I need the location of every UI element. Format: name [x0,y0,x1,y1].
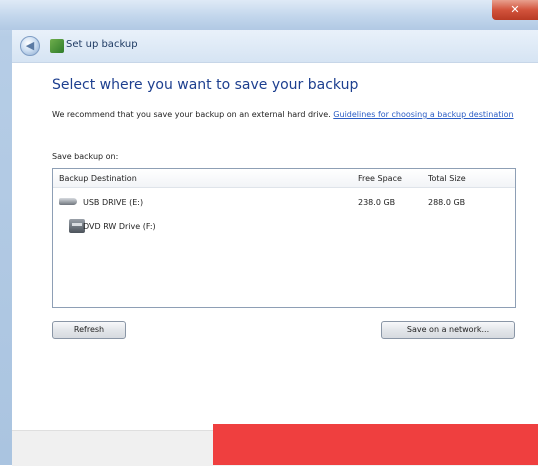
recommendation-sentence: We recommend that you save your backup o… [52,110,331,119]
guidelines-link[interactable]: Guidelines for choosing a backup destina… [333,110,513,119]
save-on-network-button[interactable]: Save on a network... [381,321,515,339]
list-row-usb-drive[interactable]: USB DRIVE (E:) 238.0 GB 288.0 GB [53,191,515,213]
drive-name: DVD RW Drive (F:) [83,222,156,231]
usb-drive-icon [59,198,77,205]
recommendation-text: We recommend that you save your backup o… [52,109,522,121]
list-row-dvd-drive[interactable]: DVD RW Drive (F:) [53,215,515,237]
column-header-total-size[interactable]: Total Size [428,174,466,183]
back-button[interactable]: ◀ [20,36,40,56]
column-header-free-space[interactable]: Free Space [358,174,402,183]
refresh-button[interactable]: Refresh [52,321,126,339]
backup-destination-list[interactable]: Backup Destination Free Space Total Size… [52,168,516,308]
free-space-value: 238.0 GB [358,198,396,207]
red-overlay-banner [213,424,538,465]
wizard-title: Set up backup [66,39,138,50]
drive-name: USB DRIVE (E:) [83,198,144,207]
page-heading: Select where you want to save your backu… [52,77,359,93]
backup-wizard-icon [50,39,64,53]
list-header: Backup Destination Free Space Total Size [53,169,515,188]
total-size-value: 288.0 GB [428,198,466,207]
close-button[interactable]: ✕ [492,0,538,20]
save-backup-label: Save backup on: [52,152,119,161]
column-header-destination[interactable]: Backup Destination [59,174,137,183]
title-bar [0,0,538,30]
